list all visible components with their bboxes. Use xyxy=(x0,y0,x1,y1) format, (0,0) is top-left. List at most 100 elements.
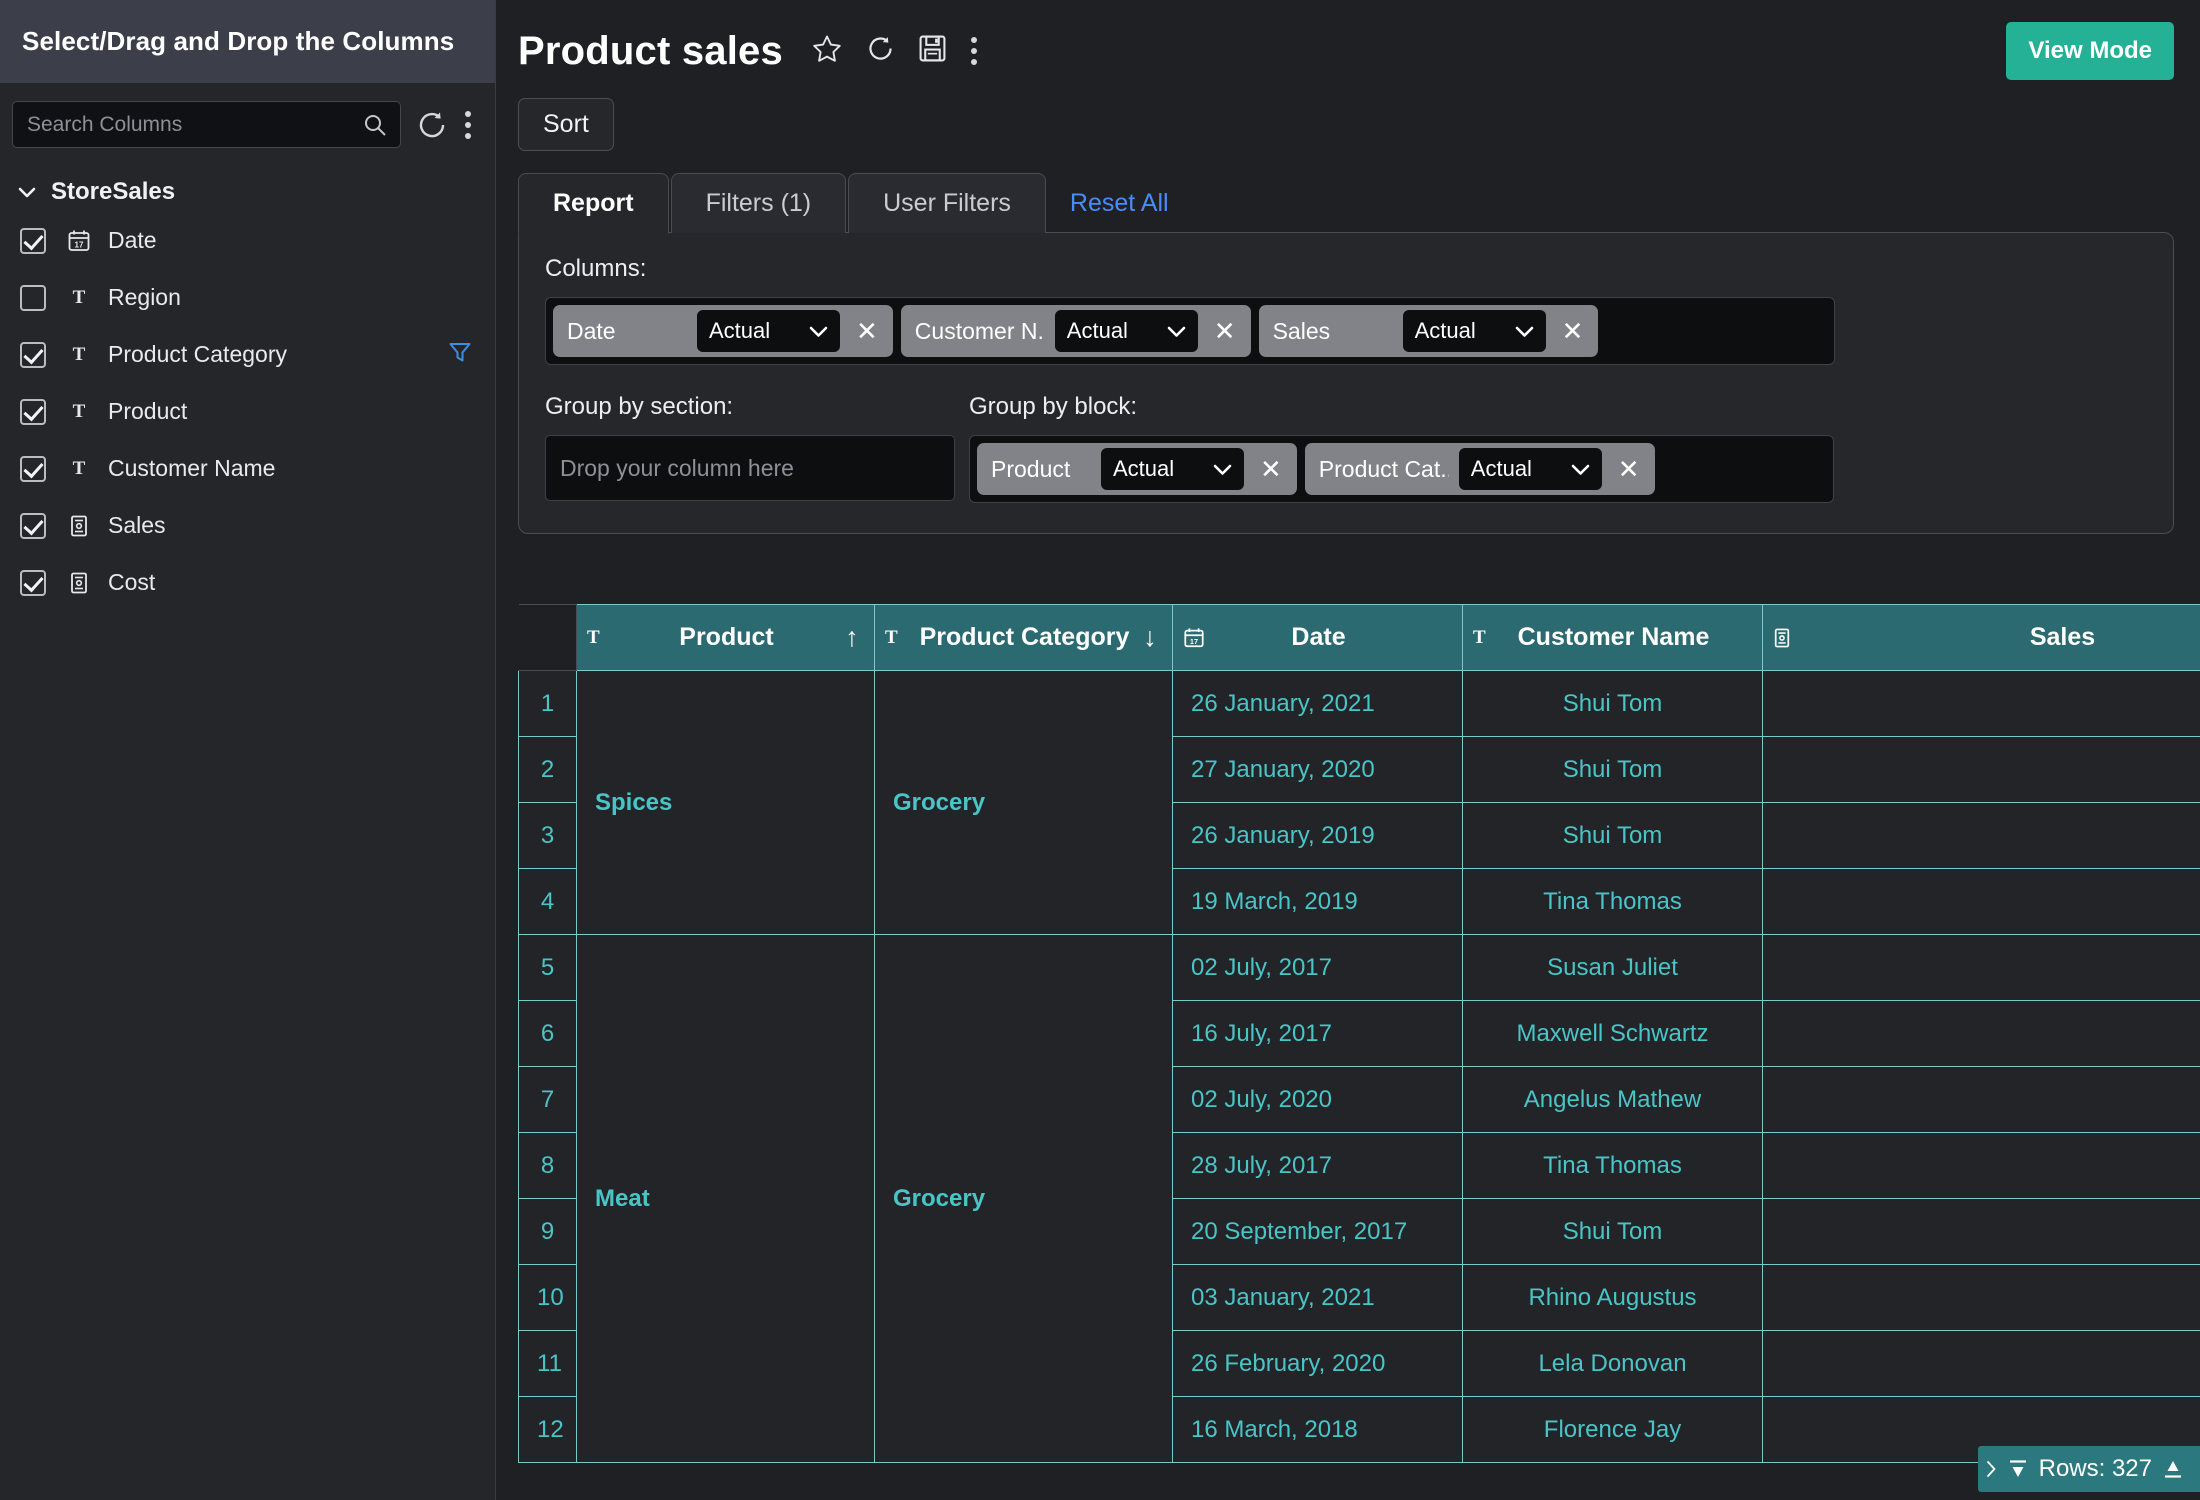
cell-product-category: Grocery xyxy=(874,670,1173,935)
rows-count-badge[interactable]: Rows: 327 xyxy=(1977,1446,2200,1492)
chip-aggregation-select[interactable]: Actual xyxy=(1054,310,1198,352)
save-icon[interactable] xyxy=(918,34,947,68)
sidebar-item-product[interactable]: T Product xyxy=(0,383,495,440)
row-number: 6 xyxy=(518,1000,577,1067)
measure-type-icon xyxy=(60,571,98,595)
chip-label: Product Cat... xyxy=(1318,455,1449,482)
report-table-area: T Product ↑ T Product Category ↓ 17 Date… xyxy=(518,604,2200,1500)
refresh-icon[interactable] xyxy=(865,33,896,69)
column-header-product-category[interactable]: T Product Category ↓ xyxy=(874,604,1173,671)
cell-customer: Tina Thomas xyxy=(1462,868,1763,935)
group-by-block-col: Group by block: Product Actual ✕ Product… xyxy=(969,393,1834,503)
reset-all-link[interactable]: Reset All xyxy=(1048,174,1169,233)
tree-root-storesales[interactable]: StoreSales xyxy=(0,172,495,212)
sidebar-search-row xyxy=(0,83,495,158)
sort-asc-icon[interactable]: ↑ xyxy=(840,624,864,651)
favorite-star-icon[interactable] xyxy=(811,33,843,70)
checkbox-product-category[interactable] xyxy=(20,341,46,368)
column-header-label: Sales xyxy=(2029,623,2096,651)
cell-sales: $453.87 xyxy=(1762,1198,2200,1265)
column-header-product[interactable]: T Product ↑ xyxy=(576,604,875,671)
cell-date: 16 July, 2017 xyxy=(1172,1000,1463,1067)
sort-button[interactable]: Sort xyxy=(518,98,614,151)
sidebar-item-sales[interactable]: Sales xyxy=(0,497,495,554)
cell-customer: Tina Thomas xyxy=(1462,1132,1763,1199)
search-columns-box[interactable] xyxy=(12,101,401,148)
chip-aggregation-select[interactable]: Actual xyxy=(1101,448,1244,490)
row-number: 1 xyxy=(518,670,577,737)
column-chip-date[interactable]: Date Actual ✕ xyxy=(553,305,893,357)
sidebar-item-region[interactable]: T Region xyxy=(0,269,495,326)
chip-label: Date xyxy=(567,317,616,344)
search-input[interactable] xyxy=(27,112,364,137)
refresh-icon[interactable] xyxy=(415,108,449,142)
cell-date: 19 March, 2019 xyxy=(1172,868,1463,935)
checkbox-region[interactable] xyxy=(20,284,46,311)
group-by-section-dropzone[interactable]: Drop your column here xyxy=(545,435,955,501)
tab-filters[interactable]: Filters (1) xyxy=(670,173,847,233)
sidebar-item-cost[interactable]: Cost xyxy=(0,554,495,611)
chevron-down-icon xyxy=(1571,456,1590,482)
filter-icon[interactable] xyxy=(447,339,473,370)
tab-report[interactable]: Report xyxy=(518,173,669,234)
chip-label: Product xyxy=(991,455,1071,482)
chip-remove-icon[interactable]: ✕ xyxy=(850,318,884,344)
chip-aggregation-select[interactable]: Actual xyxy=(1402,310,1546,352)
table-row[interactable]: 5 Meat Grocery 02 July, 2017 Susan Julie… xyxy=(518,934,2200,1463)
sidebar-item-product-category[interactable]: T Product Category xyxy=(0,326,495,383)
table-corner-cell xyxy=(518,604,577,671)
column-header-label: Product Category xyxy=(919,623,1130,651)
view-mode-button[interactable]: View Mode xyxy=(2006,22,2174,80)
checkbox-customer-name[interactable] xyxy=(20,455,46,482)
tab-user-filters[interactable]: User Filters xyxy=(848,173,1046,233)
scroll-top-icon[interactable] xyxy=(2007,1458,2029,1480)
checkbox-sales[interactable] xyxy=(20,512,46,539)
cell-sales: $576.29 xyxy=(1762,1132,2200,1199)
columns-drop-tray[interactable]: Date Actual ✕ Customer N... Actual ✕ Sal… xyxy=(545,297,1835,365)
block-chip-product[interactable]: Product Actual ✕ xyxy=(977,443,1297,495)
cell-customer: Shui Tom xyxy=(1462,736,1763,803)
table-row[interactable]: 1 Spices Grocery 26 January, 2021 Shui T… xyxy=(518,670,2200,935)
checkbox-product[interactable] xyxy=(20,398,46,425)
date-type-icon: 17 xyxy=(1183,627,1209,649)
cell-product: Spices xyxy=(576,670,875,935)
text-type-icon: T xyxy=(72,400,86,422)
chip-label: Sales xyxy=(1272,317,1331,344)
chip-remove-icon[interactable]: ✕ xyxy=(1612,456,1646,482)
cell-date: 26 February, 2020 xyxy=(1172,1330,1463,1397)
sidebar-item-label: Region xyxy=(108,284,181,310)
sidebar-item-label: Sales xyxy=(108,512,166,538)
chevron-down-icon xyxy=(1213,456,1232,482)
scroll-bottom-icon[interactable] xyxy=(2162,1458,2184,1480)
chip-remove-icon[interactable]: ✕ xyxy=(1254,456,1288,482)
chip-aggregation-select[interactable]: Actual xyxy=(697,310,840,352)
sidebar-item-customer-name[interactable]: T Customer Name xyxy=(0,440,495,497)
svg-text:17: 17 xyxy=(75,240,84,249)
report-topbar: Product sales View Mode xyxy=(496,0,2200,84)
kebab-menu-icon[interactable] xyxy=(969,34,979,68)
kebab-menu-icon[interactable] xyxy=(463,108,473,142)
checkbox-cost[interactable] xyxy=(20,569,46,596)
column-chip-sales[interactable]: Sales Actual ✕ xyxy=(1258,305,1599,357)
chip-aggregation-select[interactable]: Actual xyxy=(1458,448,1602,490)
column-header-date[interactable]: 17 Date xyxy=(1172,604,1463,671)
cell-date: 20 September, 2017 xyxy=(1172,1198,1463,1265)
column-chip-customer-name[interactable]: Customer N... Actual ✕ xyxy=(900,305,1251,357)
sort-desc-icon[interactable]: ↓ xyxy=(1138,624,1162,651)
row-number: 9 xyxy=(518,1198,577,1265)
block-chip-product-category[interactable]: Product Cat... Actual ✕ xyxy=(1304,443,1655,495)
cell-sales: $11,751.55 xyxy=(1762,670,2200,737)
column-header-sales[interactable]: Sales xyxy=(1762,604,2200,671)
column-header-customer-name[interactable]: T Customer Name xyxy=(1462,604,1763,671)
cell-sales: $1,126.87 xyxy=(1762,868,2200,935)
sidebar-item-label: Date xyxy=(108,227,157,253)
rows-count-label: Rows: 327 xyxy=(2038,1455,2152,1482)
cell-date: 28 July, 2017 xyxy=(1172,1132,1463,1199)
checkbox-date[interactable] xyxy=(20,227,46,254)
group-by-block-dropzone[interactable]: Product Actual ✕ Product Cat... Actual ✕ xyxy=(969,435,1834,503)
chip-remove-icon[interactable]: ✕ xyxy=(1208,318,1242,344)
group-by-row: Group by section: Drop your column here … xyxy=(545,393,2147,503)
chip-aggregation-value: Actual xyxy=(1113,456,1175,481)
chip-remove-icon[interactable]: ✕ xyxy=(1556,318,1590,344)
sidebar-item-date[interactable]: 17 Date xyxy=(0,212,495,269)
